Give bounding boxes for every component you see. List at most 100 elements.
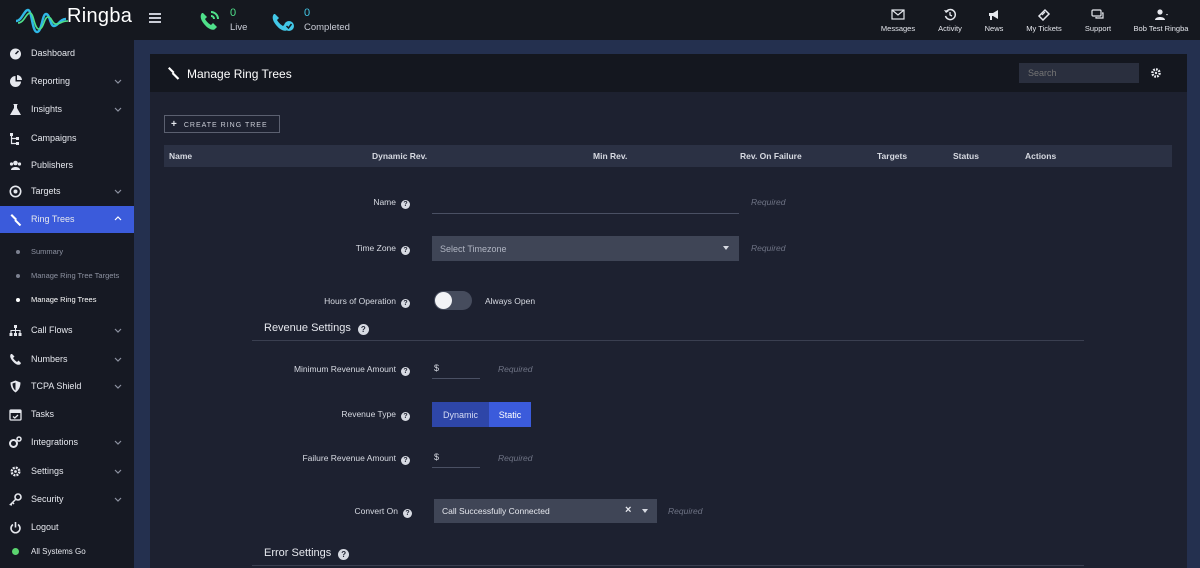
column-min-rev[interactable]: Min Rev.: [593, 151, 627, 161]
key-icon: [9, 493, 22, 506]
help-icon[interactable]: ?: [401, 456, 410, 465]
sidebar-item-settings[interactable]: Settings: [0, 458, 134, 485]
column-status[interactable]: Status: [953, 151, 979, 161]
help-icon[interactable]: ?: [401, 200, 410, 209]
min-revenue-input[interactable]: $: [432, 359, 480, 379]
help-icon[interactable]: ?: [338, 549, 350, 560]
sidebar-item-dashboard[interactable]: Dashboard: [0, 40, 134, 67]
sidebar-item-targets[interactable]: Targets: [0, 178, 134, 205]
table-header: Name Dynamic Rev. Min Rev. Rev. On Failu…: [164, 145, 1172, 167]
sidebar-item-insights[interactable]: Insights: [0, 96, 134, 123]
failure-revenue-input[interactable]: $: [432, 448, 480, 468]
hours-toggle[interactable]: [434, 291, 472, 310]
name-input[interactable]: [432, 194, 739, 214]
messages-nav[interactable]: Messages: [878, 8, 918, 34]
help-icon[interactable]: ?: [357, 324, 369, 335]
completed-calls-stat[interactable]: 0 Completed: [270, 6, 360, 36]
envelope-icon: [891, 9, 905, 20]
news-nav[interactable]: News: [980, 8, 1008, 34]
create-ring-tree-label: CREATE RING TREE: [183, 121, 268, 129]
status-indicator-icon: [12, 548, 19, 555]
column-dynamic-rev[interactable]: Dynamic Rev.: [372, 151, 427, 161]
sidebar-subitem-label: Manage Ring Tree Targets: [31, 271, 120, 280]
column-actions[interactable]: Actions: [1025, 151, 1056, 161]
user-menu[interactable]: Bob Test Ringba: [1130, 8, 1192, 34]
completed-count: 0: [304, 7, 311, 19]
sidebar-item-label: Tasks: [31, 409, 55, 419]
activity-nav[interactable]: Activity: [932, 8, 968, 34]
revenue-type-static-button[interactable]: Static: [489, 402, 531, 427]
campaigns-icon: [10, 133, 19, 145]
column-targets[interactable]: Targets: [877, 151, 907, 161]
sidebar-item-label: Call Flows: [31, 325, 73, 335]
sidebar-item-ring-trees[interactable]: Ring Trees: [0, 206, 134, 233]
help-icon[interactable]: ?: [401, 246, 410, 255]
sidebar-item-tasks[interactable]: Tasks: [0, 401, 134, 428]
revenue-settings-text: Revenue Settings: [264, 322, 351, 334]
plus-icon: +: [171, 118, 178, 130]
sidebar-item-tcpa-shield[interactable]: TCPA Shield: [0, 373, 134, 400]
support-nav[interactable]: Support: [1080, 8, 1116, 34]
megaphone-icon: [989, 10, 998, 20]
target-icon: [9, 185, 22, 198]
help-icon[interactable]: ?: [401, 299, 410, 308]
time-zone-label-text: Time Zone: [355, 243, 396, 253]
my-tickets-nav[interactable]: My Tickets: [1022, 8, 1066, 34]
help-icon[interactable]: ?: [401, 412, 410, 421]
section-divider: [252, 340, 1084, 341]
phone-completed-icon: [272, 14, 294, 31]
search-input[interactable]: [1019, 63, 1139, 83]
sidebar-item-publishers[interactable]: Publishers: [0, 152, 134, 179]
required-hint: Required: [498, 364, 533, 374]
sidebar-subitem-summary[interactable]: Summary: [0, 242, 134, 262]
sidebar-subitem-label: Summary: [31, 247, 64, 256]
convert-on-select[interactable]: Call Successfully Connected ×: [434, 499, 657, 523]
column-rev-on-failure[interactable]: Rev. On Failure: [740, 151, 802, 161]
sidebar-item-label: Security: [31, 494, 64, 504]
clear-icon[interactable]: ×: [625, 504, 631, 516]
revenue-type-label-text: Revenue Type: [341, 409, 396, 419]
sidebar-item-integrations[interactable]: Integrations: [0, 429, 134, 456]
sidebar-item-label: TCPA Shield: [31, 381, 82, 391]
sidebar-subitem-label: Manage Ring Trees: [31, 295, 97, 304]
completed-label: Completed: [304, 22, 350, 33]
sidebar-item-numbers[interactable]: Numbers: [0, 346, 134, 373]
gavel-icon: [168, 67, 180, 80]
create-ring-tree-button[interactable]: + CREATE RING TREE: [164, 115, 280, 133]
help-icon[interactable]: ?: [403, 509, 412, 518]
live-count: 0: [230, 7, 237, 19]
min-revenue-label-text: Minimum Revenue Amount: [293, 364, 396, 374]
gear-icon: [10, 466, 21, 477]
sidebar-item-security[interactable]: Security: [0, 486, 134, 513]
sidebar-subitem-manage-ring-trees[interactable]: Manage Ring Trees: [0, 290, 134, 310]
live-calls-stat[interactable]: 0 Live: [196, 6, 256, 36]
sidebar-item-logout[interactable]: Logout: [0, 514, 134, 541]
system-status-label: All Systems Go: [31, 547, 86, 556]
chevron-up-icon: [114, 216, 122, 221]
cogs-icon: [9, 436, 22, 448]
sitemap-icon: [9, 325, 22, 336]
sidebar-item-reporting[interactable]: Reporting: [0, 68, 134, 95]
gear-icon[interactable]: [1150, 67, 1162, 79]
min-revenue-label: Minimum Revenue Amount?: [250, 364, 410, 376]
failure-revenue-label-text: Failure Revenue Amount: [302, 453, 396, 463]
section-divider: [252, 565, 1084, 566]
sidebar-item-campaigns[interactable]: Campaigns: [0, 125, 134, 152]
live-label: Live: [230, 22, 248, 33]
sidebar-subitem-manage-ring-tree-targets[interactable]: Manage Ring Tree Targets: [0, 266, 134, 286]
revenue-type-dynamic-button[interactable]: Dynamic: [432, 402, 489, 427]
help-icon[interactable]: ?: [401, 367, 410, 376]
calendar-check-icon: [9, 409, 22, 421]
app-name: Ringba: [67, 5, 133, 27]
time-zone-select[interactable]: Select Timezone: [432, 236, 739, 261]
convert-on-value: Call Successfully Connected: [442, 506, 550, 516]
sidebar-item-call-flows[interactable]: Call Flows: [0, 317, 134, 344]
hours-value: Always Open: [485, 296, 536, 306]
column-name[interactable]: Name: [169, 151, 192, 161]
dashboard-icon: [10, 48, 21, 60]
sidebar-item-label: Dashboard: [31, 48, 76, 58]
menu-toggle-icon[interactable]: [149, 13, 161, 25]
error-settings-title: Error Settings?: [264, 547, 350, 560]
sidebar-item-label: Settings: [31, 466, 64, 476]
name-label-text: Name: [373, 197, 396, 207]
